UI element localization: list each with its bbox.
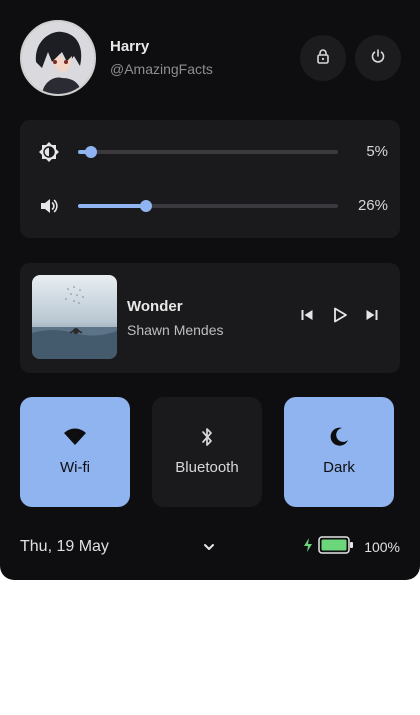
album-art[interactable]: [32, 275, 117, 359]
previous-icon: [300, 308, 314, 327]
power-button[interactable]: [355, 35, 401, 81]
track-title: Wonder: [127, 298, 183, 315]
moon-icon: [328, 425, 350, 449]
next-button[interactable]: [361, 306, 383, 328]
track-artist: Shawn Mendes: [127, 322, 224, 338]
user-handle: @AmazingFacts: [110, 61, 213, 77]
user-name: Harry: [110, 38, 150, 55]
power-icon: [370, 48, 386, 69]
brightness-thumb[interactable]: [85, 146, 97, 158]
play-icon: [332, 307, 348, 328]
volume-icon: [38, 195, 60, 217]
battery-icon: [318, 535, 354, 559]
brightness-slider[interactable]: [78, 146, 338, 158]
lock-button[interactable]: [300, 35, 346, 81]
charging-icon: [303, 537, 313, 558]
volume-row: 26%: [20, 194, 400, 218]
battery-percent: 100%: [364, 539, 400, 555]
brightness-icon: [38, 141, 60, 163]
volume-thumb[interactable]: [139, 200, 152, 212]
bluetooth-icon: [200, 425, 214, 449]
volume-fill: [78, 204, 146, 208]
brightness-row: 5%: [20, 140, 400, 164]
wifi-toggle[interactable]: Wi-fi: [20, 397, 130, 507]
media-player-card: Wonder Shawn Mendes: [20, 263, 400, 373]
wifi-label: Wi-fi: [60, 459, 90, 476]
play-button[interactable]: [329, 306, 351, 328]
volume-slider[interactable]: [78, 200, 338, 212]
wifi-icon: [63, 425, 87, 449]
sliders-card: 5% 26%: [20, 120, 400, 238]
battery-indicator: [303, 535, 354, 559]
previous-button[interactable]: [296, 306, 318, 328]
avatar[interactable]: [20, 20, 96, 96]
date-text: Thu, 19 May: [20, 538, 109, 555]
chevron-down-icon[interactable]: [200, 538, 218, 556]
bluetooth-label: Bluetooth: [175, 459, 239, 476]
quick-settings-panel: Harry @AmazingFacts 5% 26% Wonder Shawn …: [0, 0, 420, 580]
volume-value: 26%: [357, 197, 388, 214]
dark-mode-label: Dark: [323, 459, 355, 476]
dark-mode-toggle[interactable]: Dark: [284, 397, 394, 507]
brightness-value: 5%: [366, 143, 388, 160]
lock-icon: [315, 48, 331, 69]
bluetooth-toggle[interactable]: Bluetooth: [152, 397, 262, 507]
next-icon: [365, 308, 379, 327]
